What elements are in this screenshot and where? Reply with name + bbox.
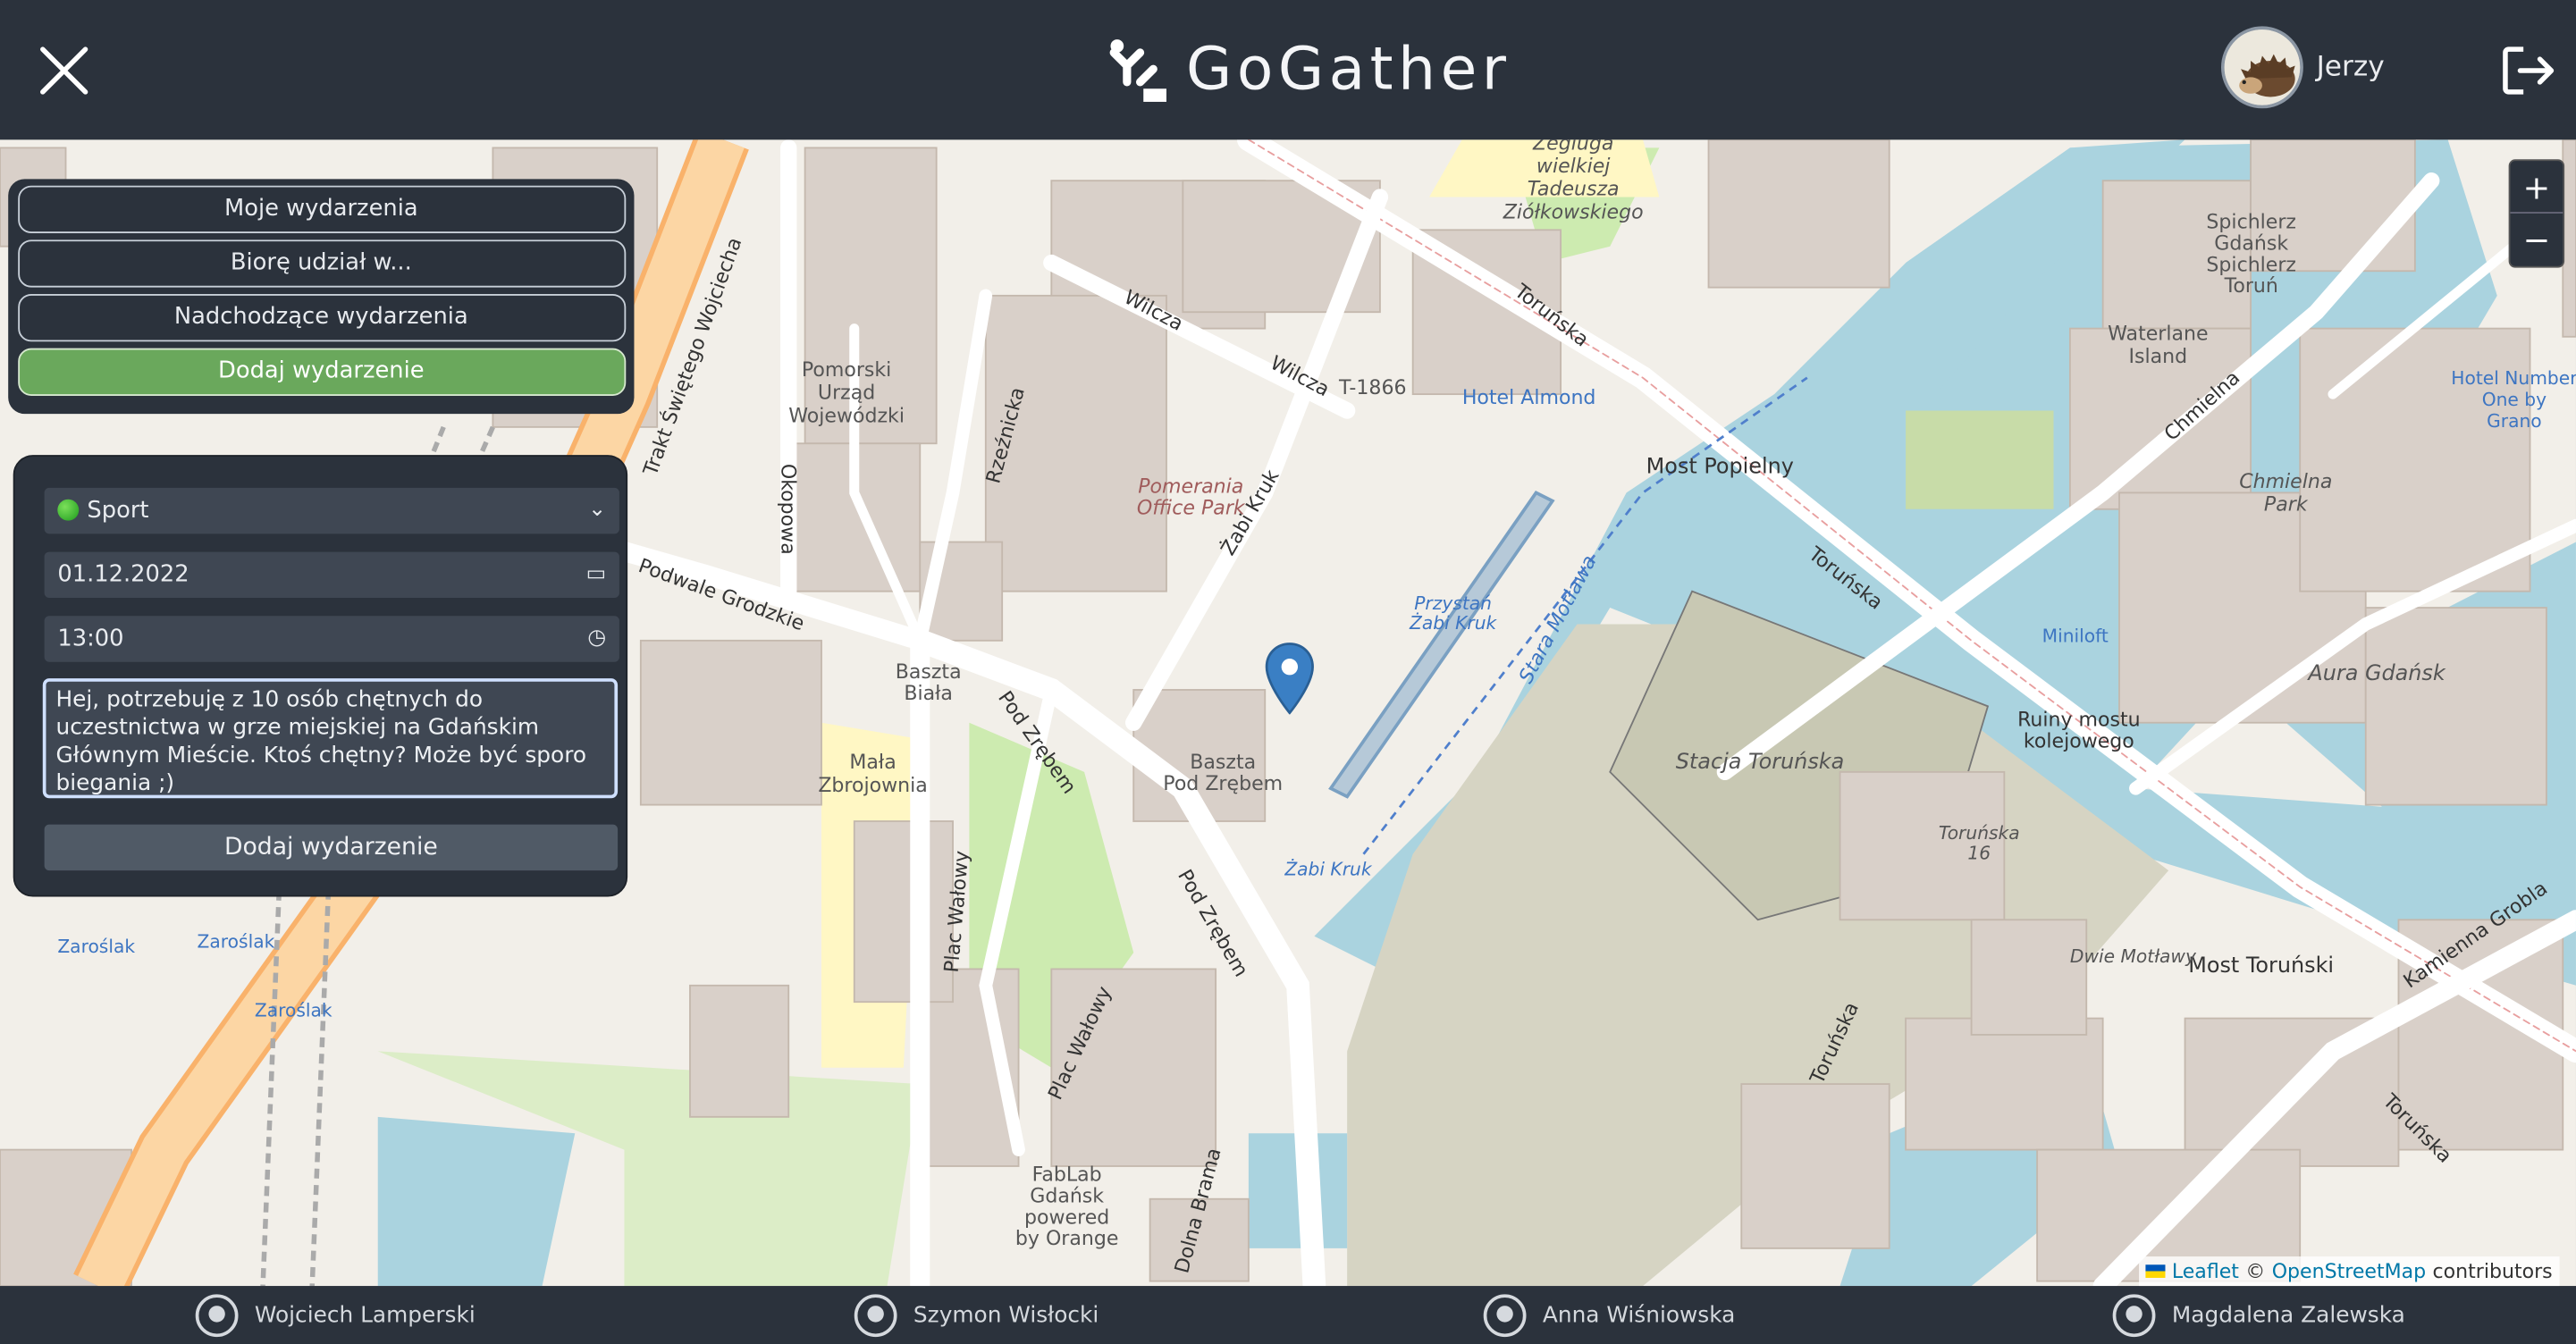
- contributors-text: contributors: [2432, 1259, 2553, 1283]
- zoom-out-button[interactable]: −: [2510, 214, 2563, 266]
- category-select[interactable]: Sport ⌄: [44, 487, 619, 534]
- logo-icon: [1109, 39, 1166, 102]
- chevron-down-icon: ⌄: [588, 497, 607, 523]
- add-event-form: Sport ⌄ 01.12.2022 ▭ 13:00 ◷ Hej, potrze…: [13, 455, 628, 897]
- app-root: GoGather Jerzy Most Popielny Most Toruńs…: [0, 0, 2576, 1344]
- description-textarea[interactable]: Hej, potrzebuję z 10 osób chętnych do uc…: [42, 678, 619, 799]
- author-name: Magdalena Zalewska: [2171, 1302, 2405, 1329]
- footer: Wojciech Lamperski Szymon Wisłocki Anna …: [0, 1286, 2576, 1344]
- author-link-1[interactable]: Wojciech Lamperski: [195, 1294, 476, 1338]
- copyright-symbol: ©: [2245, 1259, 2266, 1283]
- author-link-2[interactable]: Szymon Wisłocki: [854, 1294, 1099, 1338]
- add-event-submit-button[interactable]: Dodaj wydarzenie: [44, 824, 619, 871]
- author-link-3[interactable]: Anna Wiśniowska: [1483, 1294, 1736, 1338]
- ukraine-flag-icon: [2145, 1264, 2166, 1278]
- avatar[interactable]: [2220, 26, 2303, 109]
- logo: GoGather: [1104, 29, 1511, 108]
- close-icon[interactable]: [36, 43, 91, 98]
- author-name: Wojciech Lamperski: [254, 1302, 476, 1329]
- author-link-4[interactable]: Magdalena Zalewska: [2112, 1294, 2405, 1338]
- user-profile[interactable]: Jerzy: [2220, 26, 2385, 109]
- time-value: 13:00: [57, 626, 124, 652]
- logout-icon[interactable]: [2497, 39, 2560, 102]
- location-marker-icon[interactable]: [1265, 643, 1314, 715]
- date-value: 01.12.2022: [57, 561, 189, 589]
- my-events-button[interactable]: Moje wydarzenia: [17, 185, 626, 233]
- github-icon: [195, 1294, 239, 1338]
- user-name: Jerzy: [2316, 50, 2385, 84]
- github-icon: [854, 1294, 897, 1338]
- add-event-menu-button[interactable]: Dodaj wydarzenie: [17, 348, 626, 396]
- author-name: Szymon Wisłocki: [913, 1302, 1099, 1329]
- top-bar: GoGather Jerzy: [0, 0, 2576, 140]
- green-circle-icon: [57, 499, 80, 521]
- upcoming-events-button[interactable]: Nadchodzące wydarzenia: [17, 294, 626, 342]
- hedgehog-icon: [2224, 29, 2301, 105]
- time-input[interactable]: 13:00 ◷: [44, 616, 619, 662]
- menu-panel: Moje wydarzenia Biorę udział w... Nadcho…: [8, 179, 635, 415]
- zoom-control: + −: [2508, 159, 2565, 268]
- leaflet-link[interactable]: Leaflet: [2172, 1260, 2239, 1283]
- category-value: Sport: [87, 497, 149, 525]
- zoom-in-button[interactable]: +: [2510, 161, 2563, 214]
- attending-button[interactable]: Biorę udział w...: [17, 239, 626, 288]
- osm-link[interactable]: OpenStreetMap: [2272, 1260, 2426, 1283]
- date-input[interactable]: 01.12.2022 ▭: [44, 551, 619, 599]
- logo-text: GoGather: [1186, 35, 1511, 103]
- calendar-icon[interactable]: ▭: [586, 552, 607, 598]
- author-name: Anna Wiśniowska: [1542, 1302, 1736, 1329]
- github-icon: [2112, 1294, 2156, 1338]
- map-attribution: Leaflet © OpenStreetMap contributors: [2139, 1256, 2560, 1287]
- clock-icon[interactable]: ◷: [587, 616, 606, 661]
- github-icon: [1483, 1294, 1527, 1338]
